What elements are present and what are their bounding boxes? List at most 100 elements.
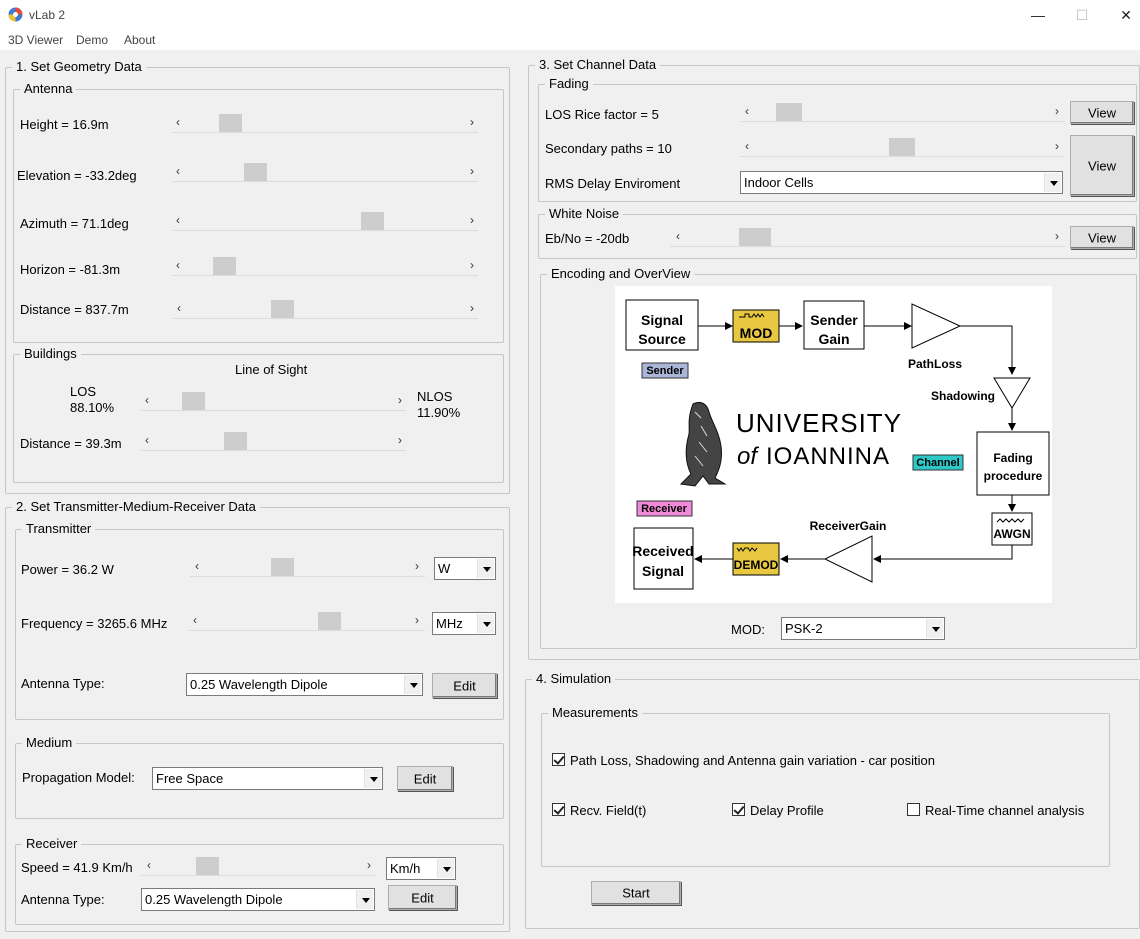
slider-left-arrow-icon[interactable]: ‹ (176, 115, 180, 129)
slider-thumb[interactable] (182, 392, 205, 410)
slider-thumb[interactable] (196, 857, 219, 875)
measurements-group: Measurements (541, 706, 1110, 867)
los-slider[interactable]: ‹ › (141, 392, 406, 412)
slider-thumb[interactable] (271, 558, 294, 576)
delay-profile-checkbox[interactable] (732, 803, 745, 816)
maximize-button[interactable]: ☐ (1071, 5, 1093, 25)
slider-left-arrow-icon[interactable]: ‹ (745, 139, 749, 153)
slider-left-arrow-icon[interactable]: ‹ (176, 258, 180, 272)
slider-right-arrow-icon[interactable]: › (398, 393, 402, 407)
realtime-label[interactable]: Real-Time channel analysis (925, 803, 1084, 818)
slider-thumb[interactable] (219, 114, 242, 132)
path-loss-label[interactable]: Path Loss, Shadowing and Antenna gain va… (570, 753, 935, 768)
slider-thumb[interactable] (224, 432, 247, 450)
slider-left-arrow-icon[interactable]: ‹ (176, 164, 180, 178)
slider-right-arrow-icon[interactable]: › (367, 858, 371, 872)
delay-profile-label[interactable]: Delay Profile (750, 803, 824, 818)
tx-antenna-type-select[interactable]: 0.25 Wavelength Dipole (186, 673, 423, 696)
propagation-model-select[interactable]: Free Space (152, 767, 383, 790)
speed-slider[interactable]: ‹ › (141, 857, 375, 877)
tx-antenna-type-label: Antenna Type: (21, 676, 105, 691)
slider-thumb[interactable] (318, 612, 341, 630)
channel-tag-text: Channel (916, 457, 959, 469)
height-slider[interactable]: ‹ › (172, 114, 478, 134)
slider-thumb[interactable] (244, 163, 267, 181)
slider-left-arrow-icon[interactable]: ‹ (145, 433, 149, 447)
slider-right-arrow-icon[interactable]: › (470, 301, 474, 315)
slider-left-arrow-icon[interactable]: ‹ (193, 613, 197, 627)
slider-left-arrow-icon[interactable]: ‹ (177, 301, 181, 315)
menu-3d-viewer[interactable]: 3D Viewer (8, 33, 63, 47)
power-unit-select[interactable]: W (434, 557, 496, 580)
tx-antenna-edit-button[interactable]: Edit (432, 673, 497, 698)
buildings-distance-slider[interactable]: ‹ › (141, 432, 406, 452)
ebno-slider[interactable]: ‹ › (670, 228, 1065, 248)
slider-right-arrow-icon[interactable]: › (470, 213, 474, 227)
horizon-slider[interactable]: ‹ › (172, 257, 478, 277)
frequency-unit-select[interactable]: MHz (432, 612, 496, 635)
slider-left-arrow-icon[interactable]: ‹ (176, 213, 180, 227)
power-slider[interactable]: ‹ › (190, 558, 425, 578)
fading-view-button[interactable]: View (1070, 101, 1134, 124)
slider-right-arrow-icon[interactable]: › (470, 258, 474, 272)
slider-thumb[interactable] (271, 300, 294, 318)
propagation-model-label: Propagation Model: (22, 770, 135, 785)
los-rice-slider[interactable]: ‹ › (740, 103, 1065, 123)
path-loss-checkbox[interactable] (552, 753, 565, 766)
secondary-paths-slider[interactable]: ‹ › (740, 138, 1065, 158)
chevron-down-icon[interactable] (356, 890, 373, 909)
pathloss-amplifier-icon (911, 303, 962, 349)
recv-field-checkbox[interactable] (552, 803, 565, 816)
slider-left-arrow-icon[interactable]: ‹ (745, 104, 749, 118)
start-button[interactable]: Start (591, 881, 681, 905)
slider-left-arrow-icon[interactable]: ‹ (145, 393, 149, 407)
rx-antenna-edit-button[interactable]: Edit (388, 885, 457, 910)
elevation-slider[interactable]: ‹ › (172, 163, 478, 183)
realtime-checkbox[interactable] (907, 803, 920, 816)
close-button[interactable]: ✕ (1115, 5, 1137, 25)
speed-unit-select[interactable]: Km/h (386, 857, 456, 880)
noise-view-button[interactable]: View (1070, 226, 1134, 249)
slider-right-arrow-icon[interactable]: › (415, 559, 419, 573)
slider-thumb[interactable] (213, 257, 236, 275)
slider-right-arrow-icon[interactable]: › (1055, 104, 1059, 118)
menu-demo[interactable]: Demo (76, 33, 108, 47)
slider-left-arrow-icon[interactable]: ‹ (676, 229, 680, 243)
distance-slider[interactable]: ‹ › (172, 300, 478, 320)
recv-field-label[interactable]: Recv. Field(t) (570, 803, 646, 818)
chevron-down-icon[interactable] (477, 614, 494, 633)
slider-thumb[interactable] (889, 138, 915, 156)
slider-right-arrow-icon[interactable]: › (398, 433, 402, 447)
geometry-legend: 1. Set Geometry Data (16, 59, 142, 74)
title-bar: vLab 2 — ☐ ✕ (0, 0, 1140, 30)
medium-edit-button[interactable]: Edit (397, 766, 453, 791)
shadowing-triangle-icon (993, 377, 1031, 409)
chevron-down-icon[interactable] (437, 859, 454, 878)
rx-antenna-type-select[interactable]: 0.25 Wavelength Dipole (141, 888, 375, 911)
receiver-legend: Receiver (26, 836, 78, 851)
slider-right-arrow-icon[interactable]: › (1055, 229, 1059, 243)
frequency-slider[interactable]: ‹ › (188, 612, 425, 632)
slider-thumb[interactable] (361, 212, 384, 230)
slider-right-arrow-icon[interactable]: › (470, 164, 474, 178)
menu-about[interactable]: About (124, 33, 155, 47)
medium-legend: Medium (26, 735, 73, 750)
slider-right-arrow-icon[interactable]: › (470, 115, 474, 129)
chevron-down-icon[interactable] (404, 675, 421, 694)
rms-delay-select[interactable]: Indoor Cells (740, 171, 1063, 194)
chevron-down-icon[interactable] (926, 619, 943, 638)
slider-right-arrow-icon[interactable]: › (1055, 139, 1059, 153)
chevron-down-icon[interactable] (1044, 173, 1061, 192)
chevron-down-icon[interactable] (477, 559, 494, 578)
slider-left-arrow-icon[interactable]: ‹ (147, 858, 151, 872)
chevron-down-icon[interactable] (364, 769, 381, 788)
slider-thumb[interactable] (739, 228, 771, 246)
edit-label: Edit (413, 771, 437, 786)
slider-left-arrow-icon[interactable]: ‹ (195, 559, 199, 573)
slider-thumb[interactable] (776, 103, 802, 121)
slider-right-arrow-icon[interactable]: › (415, 613, 419, 627)
minimize-button[interactable]: — (1027, 5, 1049, 25)
secondary-view-button[interactable]: View (1070, 135, 1134, 196)
mod-select[interactable]: PSK-2 (781, 617, 945, 640)
azimuth-slider[interactable]: ‹ › (172, 212, 478, 232)
